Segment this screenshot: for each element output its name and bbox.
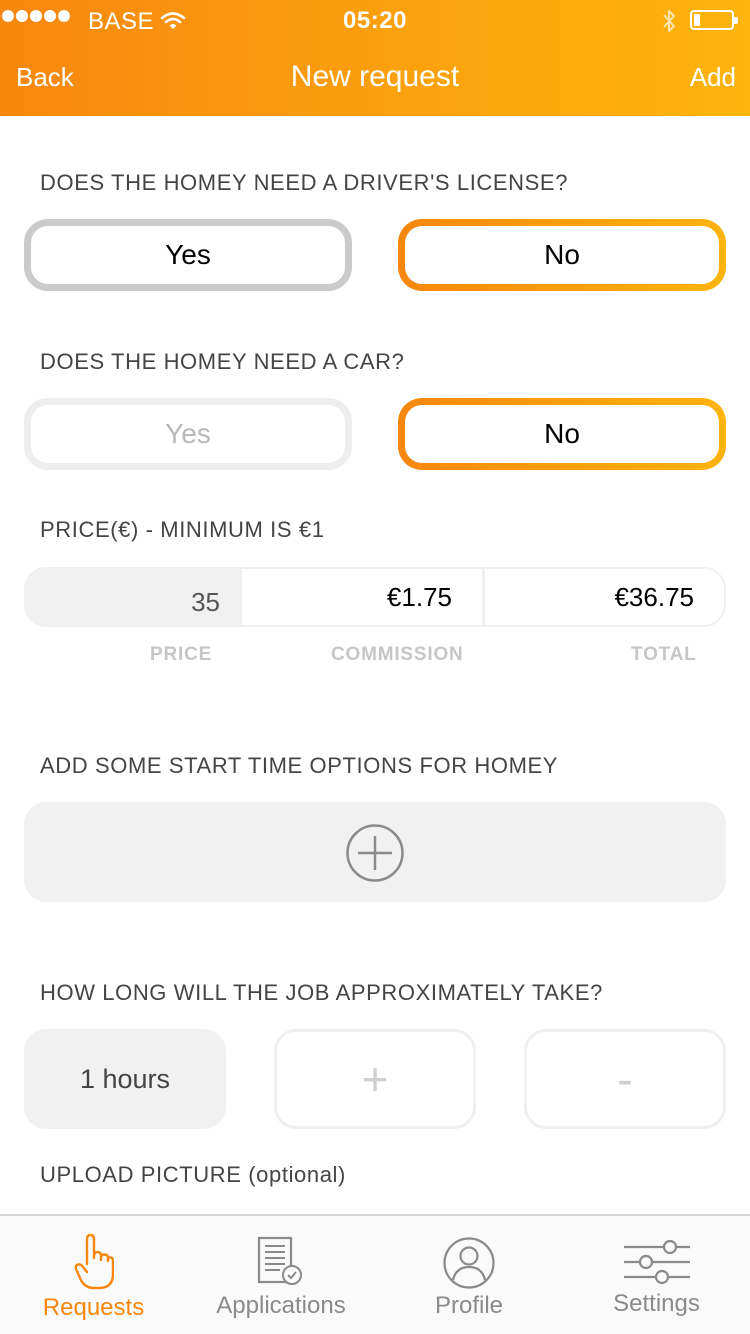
tab-bar: Requests Applications Profile Settings bbox=[0, 1214, 750, 1334]
bluetooth-icon bbox=[663, 10, 675, 32]
car-question-label: DOES THE HOMEY NEED A CAR? bbox=[40, 349, 405, 374]
add-start-time-button[interactable] bbox=[24, 802, 726, 902]
tab-applications[interactable]: Applications bbox=[187, 1216, 375, 1334]
battery-icon bbox=[690, 10, 738, 30]
person-circle-icon bbox=[443, 1237, 495, 1289]
plus-circle-icon bbox=[346, 824, 404, 882]
duration-decrement-button[interactable]: - bbox=[524, 1029, 726, 1129]
status-bar: BASE 05:20 bbox=[0, 0, 750, 40]
tab-requests-label: Requests bbox=[42, 1294, 145, 1321]
upload-label: UPLOAD PICTURE (optional) bbox=[40, 1162, 346, 1187]
license-question-label: DOES THE HOMEY NEED A DRIVER'S LICENSE? bbox=[40, 170, 569, 195]
duration-value: 1 hours bbox=[24, 1029, 226, 1129]
start-time-label: ADD SOME START TIME OPTIONS FOR HOMEY bbox=[40, 753, 559, 778]
page-title: New request bbox=[290, 60, 460, 93]
price-label: PRICE(€) - MINIMUM IS €1 bbox=[40, 517, 325, 542]
car-no-button[interactable]: No bbox=[398, 398, 726, 470]
tab-settings-label: Settings bbox=[613, 1290, 700, 1317]
total-value: €36.75 bbox=[614, 581, 694, 612]
tab-applications-label: Applications bbox=[216, 1292, 346, 1319]
pointing-hand-icon bbox=[74, 1234, 114, 1290]
add-button[interactable]: Add bbox=[690, 62, 736, 93]
tab-profile-label: Profile bbox=[434, 1292, 504, 1319]
price-caption: PRICE bbox=[150, 644, 213, 665]
tab-settings[interactable]: Settings bbox=[563, 1216, 750, 1334]
price-row: 35 €1.75 €36.75 bbox=[24, 567, 726, 627]
status-time: 05:20 bbox=[343, 7, 407, 34]
commission-caption: COMMISSION bbox=[331, 644, 464, 665]
duration-label: HOW LONG WILL THE JOB APPROXIMATELY TAKE… bbox=[40, 980, 603, 1005]
document-check-icon bbox=[257, 1236, 302, 1285]
price-input[interactable]: 35 bbox=[26, 569, 242, 625]
license-yes-button[interactable]: Yes bbox=[24, 219, 352, 291]
license-no-button[interactable]: No bbox=[398, 219, 726, 291]
commission-value: €1.75 bbox=[386, 581, 452, 612]
total-caption: TOTAL bbox=[631, 644, 697, 665]
tab-profile[interactable]: Profile bbox=[375, 1216, 563, 1334]
header: BASE 05:20 Back New request Add bbox=[0, 0, 750, 116]
sliders-icon bbox=[623, 1239, 690, 1285]
duration-increment-button[interactable]: + bbox=[274, 1029, 476, 1129]
car-yes-button[interactable]: Yes bbox=[24, 398, 352, 470]
tab-requests[interactable]: Requests bbox=[0, 1216, 187, 1334]
